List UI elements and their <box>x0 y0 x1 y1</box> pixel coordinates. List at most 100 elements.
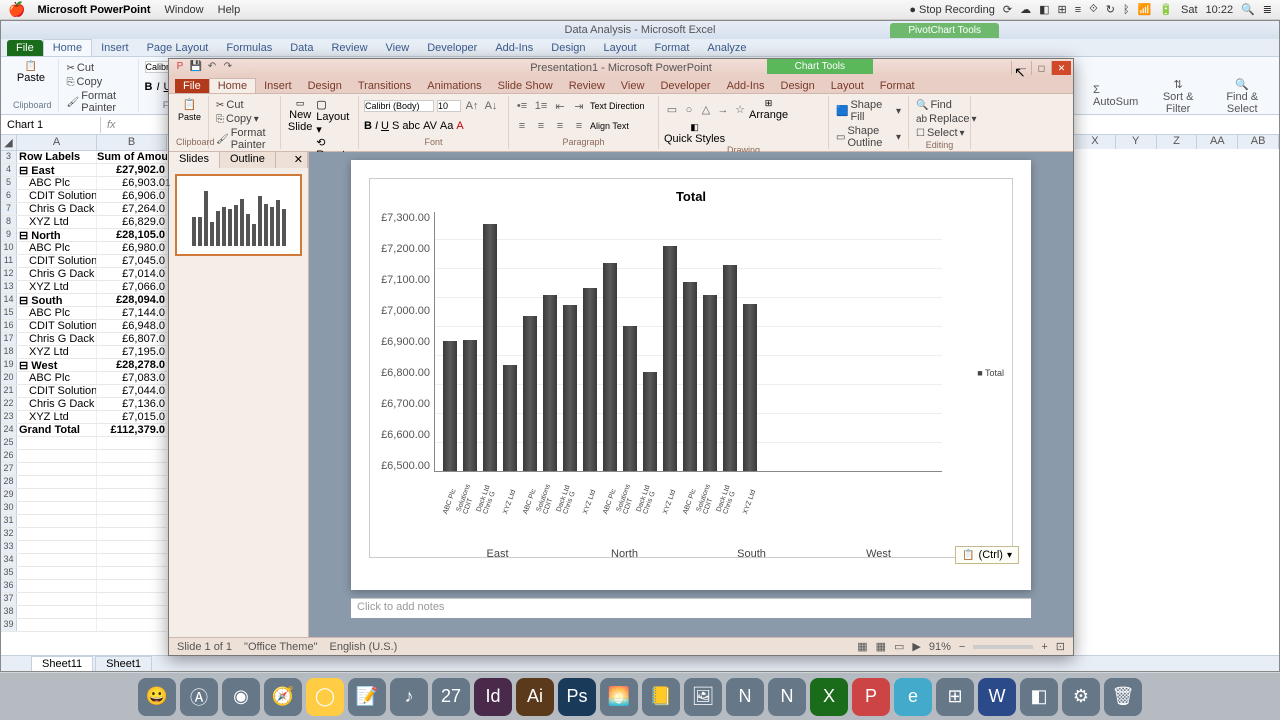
menu-extra-icon[interactable]: ⊞ <box>1057 3 1066 16</box>
fit-window-icon[interactable]: ⊡ <box>1056 640 1065 653</box>
sort-filter-button[interactable]: Sort & Filter <box>1163 91 1194 115</box>
bold-button[interactable]: B <box>364 120 372 132</box>
ribbon-tab-home[interactable]: Home <box>209 78 256 93</box>
view-normal-icon[interactable]: ▦ <box>857 640 867 653</box>
table-row[interactable]: 17Chris G Dack Ltd£6,807.0 <box>1 333 167 346</box>
maximize-button[interactable]: ◻ <box>1031 61 1051 75</box>
table-row[interactable]: 34 <box>1 554 167 567</box>
table-row[interactable]: 15ABC Plc£7,144.0 <box>1 307 167 320</box>
excel-far-columns[interactable]: XYZAAAB <box>1075 135 1279 149</box>
view-slideshow-icon[interactable]: ▶ <box>912 640 920 653</box>
save-icon[interactable]: 💾 <box>189 61 203 75</box>
zoom-in-icon[interactable]: + <box>1041 641 1047 653</box>
format-painter-button[interactable]: 🖌 Format Painter <box>65 89 132 115</box>
table-row[interactable]: 3Row LabelsSum of Amoun <box>1 151 167 164</box>
table-row[interactable]: 16CDIT Solutions£6,948.0 <box>1 320 167 333</box>
table-row[interactable]: 12Chris G Dack Ltd£7,014.0 <box>1 268 167 281</box>
dock-iphoto[interactable]: 🌅 <box>600 678 638 716</box>
col-header[interactable]: AB <box>1238 135 1279 149</box>
dock-stickies[interactable]: 📒 <box>642 678 680 716</box>
align-center-icon[interactable]: ≡ <box>533 118 549 134</box>
table-row[interactable]: 29 <box>1 489 167 502</box>
ribbon-tab-add-ins[interactable]: Add-Ins <box>719 79 773 93</box>
bold-button[interactable]: B <box>145 81 153 93</box>
table-row[interactable]: 33 <box>1 541 167 554</box>
change-case-button[interactable]: Aa <box>440 120 453 132</box>
col-header[interactable]: Y <box>1116 135 1157 149</box>
indent-dec-icon[interactable]: ⇤ <box>552 98 568 114</box>
sheet-tab[interactable]: Sheet1 <box>95 656 152 671</box>
view-sorter-icon[interactable]: ▦ <box>876 640 886 653</box>
indent-inc-icon[interactable]: ⇥ <box>571 98 587 114</box>
col-header-b[interactable]: B <box>97 135 167 150</box>
dock-pages[interactable]: ◧ <box>1020 678 1058 716</box>
table-row[interactable]: 10ABC Plc£6,980.0 <box>1 242 167 255</box>
ribbon-tab-formulas[interactable]: Formulas <box>217 40 281 56</box>
ribbon-tab-layout[interactable]: Layout <box>595 40 646 56</box>
char-spacing-button[interactable]: AV <box>423 120 437 132</box>
dock-vm[interactable]: ⊞ <box>936 678 974 716</box>
underline-button[interactable]: U <box>381 120 389 132</box>
ribbon-tab-add-ins[interactable]: Add-Ins <box>486 40 542 56</box>
excel-grid[interactable]: ◢ A B 3Row LabelsSum of Amoun4⊟ East£27,… <box>1 135 167 655</box>
italic-button[interactable]: I <box>156 81 159 93</box>
dock-illustrator[interactable]: Ai <box>516 678 554 716</box>
justify-icon[interactable]: ≡ <box>571 118 587 134</box>
dock-excel[interactable]: X <box>810 678 848 716</box>
quick-styles-button[interactable]: ◧Quick Styles <box>664 122 725 145</box>
ribbon-tab-transitions[interactable]: Transitions <box>350 79 419 93</box>
table-row[interactable]: 22Chris G Dack Ltd£7,136.0 <box>1 398 167 411</box>
shape-icon[interactable]: ☆ <box>732 102 748 118</box>
menu-extra-icon[interactable]: ⟐ <box>1089 3 1098 16</box>
menu-extra-icon[interactable]: ≡ <box>1075 4 1081 16</box>
table-row[interactable]: 19⊟ West£28,278.0 <box>1 359 167 372</box>
ribbon-tab-file[interactable]: File <box>175 79 209 93</box>
table-row[interactable]: 28 <box>1 476 167 489</box>
table-row[interactable]: 32 <box>1 528 167 541</box>
table-row[interactable]: 31 <box>1 515 167 528</box>
col-header[interactable]: Z <box>1157 135 1198 149</box>
notes-pane[interactable]: Click to add notes <box>351 598 1031 618</box>
strike-button[interactable]: S <box>392 120 399 132</box>
dock-indesign[interactable]: Id <box>474 678 512 716</box>
ribbon-tab-view[interactable]: View <box>377 40 419 56</box>
dock-onenote2[interactable]: N <box>768 678 806 716</box>
shape-outline-button[interactable]: ▭ Shape Outline ▾ <box>834 124 903 150</box>
wifi-icon[interactable]: 📶 <box>1138 3 1152 16</box>
ribbon-tab-format[interactable]: Format <box>646 40 699 56</box>
zoom-slider[interactable] <box>973 645 1033 649</box>
shape-icon[interactable]: ▭ <box>664 102 680 118</box>
dock-ie[interactable]: e <box>894 678 932 716</box>
shape-icon[interactable]: ○ <box>681 102 697 118</box>
table-row[interactable]: 4⊟ East£27,902.0 <box>1 164 167 177</box>
ribbon-tab-review[interactable]: Review <box>561 79 613 93</box>
dock-photoshop[interactable]: Ps <box>558 678 596 716</box>
minimize-button[interactable]: — <box>1011 61 1031 75</box>
menu-extra-icon[interactable]: ↻ <box>1106 3 1115 16</box>
dock-notes[interactable]: 📝 <box>348 678 386 716</box>
numbering-icon[interactable]: 1≡ <box>533 98 549 114</box>
slides-tab[interactable]: Slides <box>169 152 220 168</box>
table-row[interactable]: 27 <box>1 463 167 476</box>
dock-onenote[interactable]: N <box>726 678 764 716</box>
undo-icon[interactable]: ↶ <box>205 61 219 75</box>
select-button[interactable]: ☐ Select ▾ <box>914 126 965 140</box>
slide-editor[interactable]: Total £7,300.00£7,200.00£7,100.00£7,000.… <box>309 152 1073 637</box>
dock-powerpoint[interactable]: P <box>852 678 890 716</box>
ribbon-tab-review[interactable]: Review <box>322 40 376 56</box>
select-all[interactable]: ◢ <box>1 135 17 150</box>
language[interactable]: English (U.S.) <box>329 641 397 653</box>
dock-safari[interactable]: 🧭 <box>264 678 302 716</box>
dock-chrome[interactable]: ◯ <box>306 678 344 716</box>
table-row[interactable]: 8XYZ Ltd£6,829.0 <box>1 216 167 229</box>
ribbon-tab-design[interactable]: Design <box>773 79 823 93</box>
italic-button[interactable]: I <box>375 120 378 132</box>
outline-tab[interactable]: Outline <box>220 152 276 168</box>
format-painter-button[interactable]: 🖌 Format Painter <box>214 126 275 152</box>
table-row[interactable]: 11CDIT Solutions£7,045.0 <box>1 255 167 268</box>
ribbon-tab-page-layout[interactable]: Page Layout <box>138 40 218 56</box>
ribbon-tab-data[interactable]: Data <box>281 40 322 56</box>
copy-button[interactable]: ⎘ Copy ▾ <box>214 112 275 126</box>
app-menu[interactable]: Microsoft PowerPoint <box>37 4 150 16</box>
table-row[interactable]: 14⊟ South£28,094.0 <box>1 294 167 307</box>
